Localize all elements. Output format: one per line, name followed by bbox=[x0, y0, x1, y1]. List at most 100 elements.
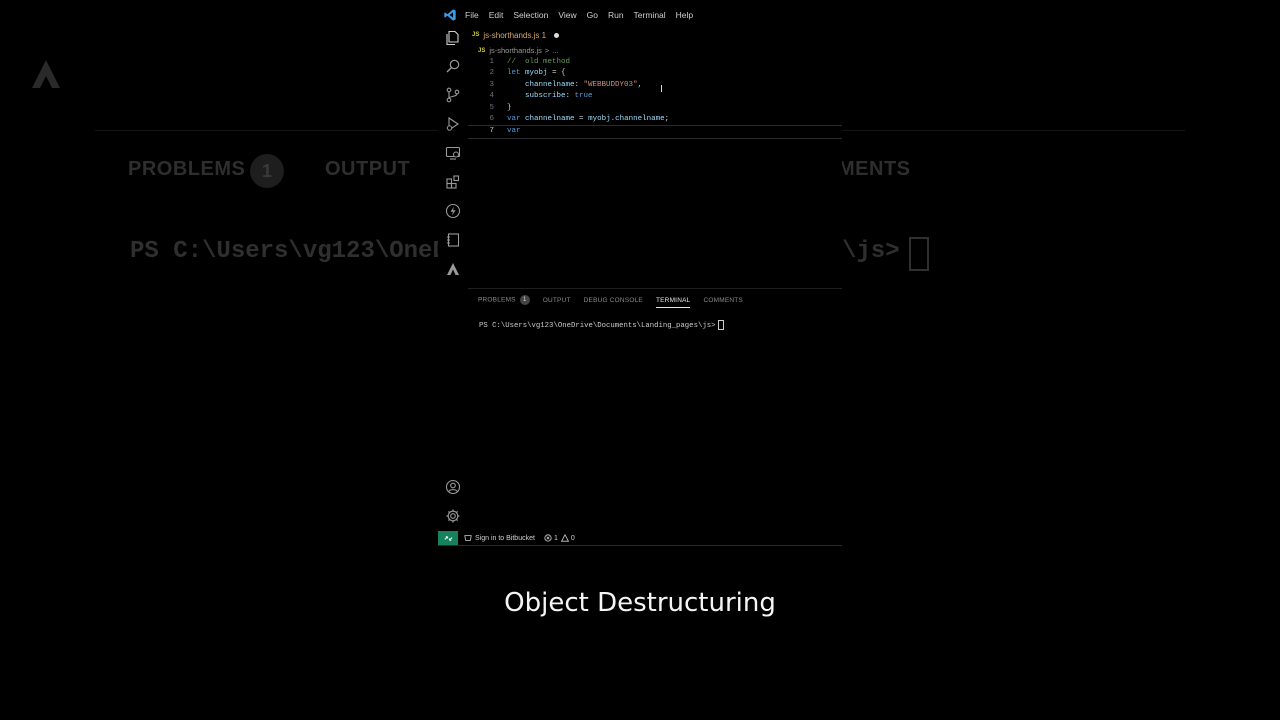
code-line[interactable]: 1 // old method bbox=[468, 57, 842, 68]
code-line[interactable]: 4 subscribe: true bbox=[468, 91, 842, 102]
tab-problems-label: PROBLEMS bbox=[478, 296, 516, 304]
code-token: , bbox=[637, 80, 643, 89]
code-token: // old method bbox=[507, 58, 571, 66]
menu-edit[interactable]: Edit bbox=[489, 10, 504, 20]
tab-comments[interactable]: COMMENTS bbox=[703, 297, 743, 304]
extensions-icon[interactable] bbox=[445, 174, 461, 190]
bg-terminal-left: PS C:\Users\vg123\OneD bbox=[130, 238, 447, 265]
problems-status[interactable]: 1 0 bbox=[544, 534, 575, 542]
bg-problems-badge: 1 bbox=[250, 154, 284, 188]
breadcrumb-rest[interactable]: ... bbox=[552, 46, 558, 55]
line-number: 4 bbox=[489, 92, 494, 101]
unsaved-dot-icon[interactable] bbox=[554, 32, 560, 38]
code-text: var channelname = myobj.channelname; bbox=[507, 114, 669, 125]
line-number: 3 bbox=[489, 80, 494, 89]
code-line[interactable]: 7 var bbox=[468, 125, 842, 139]
line-number: 6 bbox=[489, 114, 494, 123]
menu-file[interactable]: File bbox=[465, 10, 479, 20]
bitbucket-signin[interactable]: Sign in to Bitbucket bbox=[464, 534, 535, 542]
remote-indicator[interactable] bbox=[438, 531, 458, 545]
terminal[interactable]: PS C:\Users\vg123\OneDrive\Documents\Lan… bbox=[479, 320, 725, 330]
bitbucket-icon bbox=[464, 535, 472, 541]
code-token: } bbox=[507, 103, 512, 112]
code-line[interactable]: 5} bbox=[468, 103, 842, 114]
terminal-cursor bbox=[718, 320, 725, 330]
warning-count: 0 bbox=[570, 534, 575, 542]
code-text: let myobj = { bbox=[507, 68, 566, 79]
terminal-prompt: PS C:\Users\vg123\OneDrive\Documents\Lan… bbox=[479, 321, 716, 330]
code-text: } bbox=[507, 103, 512, 114]
code-line[interactable]: 3 channelname: "WEBBUDDY03", bbox=[468, 80, 842, 91]
warning-icon bbox=[560, 534, 569, 542]
atlassian-icon bbox=[32, 60, 60, 88]
gear-icon[interactable] bbox=[445, 508, 461, 524]
menu-terminal[interactable]: Terminal bbox=[634, 10, 666, 20]
tab-problems[interactable]: PROBLEMS 1 bbox=[478, 295, 530, 305]
tab-label: js-shorthands.js 1 bbox=[483, 30, 547, 40]
js-file-icon: JS bbox=[478, 47, 486, 54]
explorer-icon[interactable] bbox=[445, 30, 461, 46]
panel-tabs: PROBLEMS 1 OUTPUT DEBUG CONSOLE TERMINAL … bbox=[478, 294, 756, 308]
vscode-window: File Edit Selection View Go Run Terminal… bbox=[438, 0, 842, 546]
code-token: var bbox=[507, 114, 521, 123]
error-count: 1 bbox=[553, 534, 558, 542]
line-number: 5 bbox=[489, 103, 494, 112]
menu-selection[interactable]: Selection bbox=[513, 10, 548, 20]
code-token: "WEBBUDDY03" bbox=[583, 80, 638, 89]
title-bar: File Edit Selection View Go Run Terminal… bbox=[438, 4, 842, 26]
code-token: subscribe bbox=[525, 92, 566, 101]
lightning-icon[interactable] bbox=[445, 203, 461, 219]
code-line[interactable]: 6 var channelname = myobj.channelname; bbox=[468, 114, 842, 125]
bg-terminal-right: \js> bbox=[842, 238, 900, 265]
code-token: channelname bbox=[525, 80, 575, 89]
code-token: myobj bbox=[525, 69, 548, 78]
menu-go[interactable]: Go bbox=[587, 10, 598, 20]
code-editor[interactable]: 1// old method 2 let myobj = {3 channelnam… bbox=[468, 57, 842, 139]
code-token: : bbox=[565, 92, 575, 101]
notebook-icon[interactable] bbox=[445, 232, 461, 248]
bg-output-label: OUTPUT bbox=[325, 158, 411, 180]
line-number: 2 bbox=[489, 69, 494, 78]
text-cursor-icon: I bbox=[660, 84, 663, 95]
code-text: channelname: "WEBBUDDY03", bbox=[507, 80, 642, 91]
search-icon[interactable] bbox=[445, 58, 461, 74]
source-control-icon[interactable] bbox=[445, 87, 461, 103]
atlassian-icon[interactable] bbox=[445, 261, 461, 277]
tab-js-shorthands[interactable]: JS js-shorthands.js 1 bbox=[472, 30, 560, 40]
run-debug-icon[interactable] bbox=[445, 116, 461, 132]
tab-terminal[interactable]: TERMINAL bbox=[655, 297, 691, 308]
panel-divider bbox=[468, 288, 842, 289]
bg-comments-label: MENTS bbox=[838, 158, 911, 180]
video-caption: Object Destructuring bbox=[504, 588, 776, 618]
code-token: channelname bbox=[615, 114, 665, 123]
tab-output[interactable]: OUTPUT bbox=[543, 297, 571, 304]
menu-help[interactable]: Help bbox=[676, 10, 693, 20]
code-token: : bbox=[574, 80, 584, 89]
activity-bar bbox=[438, 26, 468, 546]
account-icon[interactable] bbox=[445, 479, 461, 495]
editor-tabs: JS js-shorthands.js 1 bbox=[472, 27, 560, 43]
code-token: = { bbox=[547, 69, 566, 78]
code-token: = bbox=[574, 114, 589, 123]
code-text: // old method bbox=[507, 57, 570, 68]
menu-run[interactable]: Run bbox=[608, 10, 624, 20]
breadcrumb: JS js-shorthands.js > ... bbox=[478, 46, 559, 55]
bg-problems-label: PROBLEMS bbox=[128, 158, 246, 180]
remote-icon bbox=[444, 535, 452, 541]
code-text: var bbox=[507, 126, 521, 137]
tab-debug-console[interactable]: DEBUG CONSOLE bbox=[584, 297, 643, 304]
breadcrumb-separator: > bbox=[544, 46, 550, 55]
bg-terminal-cursor bbox=[909, 237, 929, 271]
remote-explorer-icon[interactable] bbox=[445, 145, 461, 161]
code-token: let bbox=[507, 69, 521, 78]
breadcrumb-file[interactable]: js-shorthands.js bbox=[489, 46, 542, 55]
code-token: ; bbox=[664, 114, 670, 123]
code-token: myobj bbox=[588, 114, 611, 123]
code-line[interactable]: 2 let myobj = { bbox=[468, 68, 842, 79]
js-file-icon: JS bbox=[472, 32, 480, 38]
menu-view[interactable]: View bbox=[558, 10, 576, 20]
code-token: var bbox=[507, 127, 521, 136]
code-text: subscribe: true bbox=[507, 91, 593, 102]
